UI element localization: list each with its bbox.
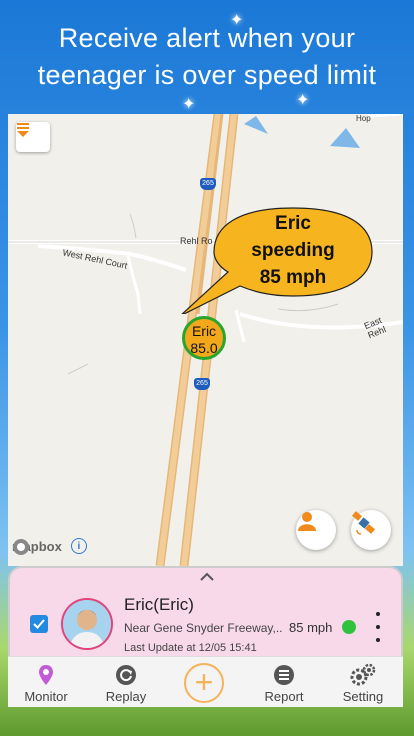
avatar[interactable] <box>61 598 113 650</box>
replay-icon <box>116 665 136 685</box>
tab-replay[interactable]: Replay <box>88 657 164 707</box>
device-checkbox[interactable] <box>30 615 48 633</box>
interstate-shield-top: 265 <box>200 178 216 190</box>
gears-icon <box>350 663 376 686</box>
tab-setting[interactable]: Setting <box>325 657 401 707</box>
more-options-icon[interactable] <box>372 612 384 642</box>
chevron-up-icon[interactable] <box>199 572 215 582</box>
tab-label: Replay <box>105 689 147 704</box>
promo-headline: Receive alert when your teenager is over… <box>0 20 414 94</box>
bubble-text: Eric speeding 85 mph <box>214 210 372 291</box>
person-icon <box>298 512 316 531</box>
report-list-icon <box>274 665 294 685</box>
speeding-alert-bubble: Eric speeding 85 mph <box>181 206 373 314</box>
device-address: Near Gene Snyder Freeway,.. <box>124 621 283 635</box>
mapbox-logo-icon <box>13 539 29 555</box>
bubble-line-1: Eric <box>275 213 311 234</box>
satellite-button[interactable] <box>351 510 391 550</box>
road-label-corner: Hop <box>356 114 371 123</box>
locate-person-button[interactable] <box>296 510 336 550</box>
status-dot <box>342 620 356 634</box>
map-view[interactable]: Rehl Ro West Rehl Court East Rehl Hop 26… <box>8 114 403 566</box>
satellite-icon <box>352 511 375 535</box>
bottom-tab-bar: Monitor Replay + Report Setting <box>8 656 403 707</box>
mapbox-attribution[interactable]: mapbox i <box>12 538 87 555</box>
plus-icon: + <box>194 664 214 700</box>
add-device-button[interactable]: + <box>184 663 224 703</box>
location-pin-icon <box>39 665 53 685</box>
marker-name: Eric <box>191 323 217 339</box>
headline-line-2: teenager is over speed limit <box>37 60 377 90</box>
device-name: Eric(Eric) <box>124 595 194 614</box>
tab-label: Report <box>264 689 304 704</box>
tab-report[interactable]: Report <box>246 657 322 707</box>
marker-speed: 85.0 <box>190 340 218 356</box>
device-speed: 85 mph <box>289 620 333 635</box>
checkmark-icon <box>33 619 45 629</box>
tab-label: Monitor <box>24 689 68 704</box>
sparkle-decoration: ✦ <box>182 96 196 113</box>
avatar-photo-icon <box>63 600 111 648</box>
interstate-shield-bottom: 265 <box>194 378 210 390</box>
device-card[interactable]: Eric(Eric) Near Gene Snyder Freeway,.. L… <box>8 566 403 656</box>
tab-label: Setting <box>342 689 384 704</box>
bubble-line-2: speeding <box>251 240 335 261</box>
filter-button[interactable] <box>16 122 50 152</box>
tab-monitor[interactable]: Monitor <box>8 657 84 707</box>
last-update: Last Update at 12/05 15:41 <box>124 642 257 654</box>
vehicle-marker[interactable]: Eric 85.0 <box>182 316 226 360</box>
bubble-line-3: 85 mph <box>259 267 327 288</box>
info-icon[interactable]: i <box>70 538 87 554</box>
headline-line-1: Receive alert when your <box>58 23 356 53</box>
